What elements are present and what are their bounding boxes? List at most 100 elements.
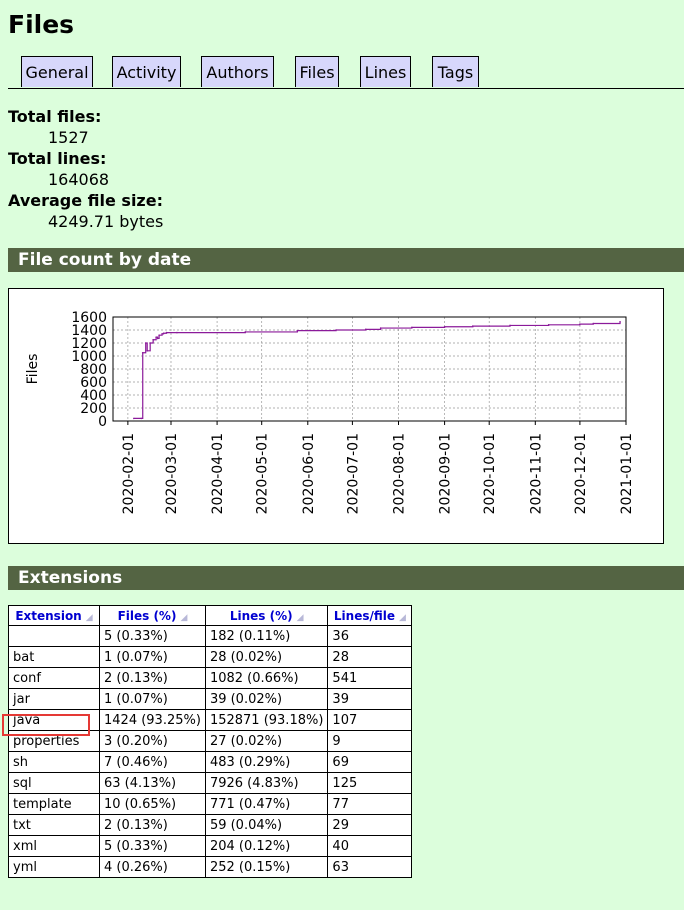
cell-lines-per-file: 125 [327, 772, 413, 794]
column-header-lines-per-file[interactable]: Lines/file ◢ [327, 605, 413, 626]
cell-files: 2 (0.13%) [99, 667, 206, 689]
file-count-chart-svg: 020040060080010001200140016002020-02-01 2… [25, 310, 635, 514]
cell-lines: 28 (0.02%) [204, 646, 329, 668]
tab-general[interactable]: General [21, 56, 93, 87]
data-point [165, 331, 168, 334]
total-files-label: Total files: [8, 107, 102, 126]
cell-lines: 252 (0.15%) [204, 856, 329, 878]
cell-files: 5 (0.33%) [99, 625, 206, 647]
data-point [547, 324, 550, 326]
y-tick-label: 1600 [71, 310, 107, 326]
extensions-table: Extension ◢ Files (%) ◢ Lines (%) ◢ Lines/f… [8, 605, 413, 878]
avg-file-size-value: 4249.71 bytes [48, 212, 164, 231]
data-point [619, 320, 621, 323]
sort-icon: ◢ [399, 612, 406, 623]
table-row: sql 63 (4.13%) 7926 (4.83%) 125 [8, 772, 413, 794]
cell-files: 3 (0.20%) [99, 730, 206, 752]
column-header-extension[interactable]: Extension ◢ [8, 605, 100, 626]
data-point [296, 329, 299, 332]
cell-lines-per-file: 40 [327, 835, 413, 857]
cell-lines-per-file: 39 [327, 688, 413, 710]
data-point [156, 337, 159, 340]
data-point [144, 342, 147, 344]
sort-icon: ◢ [180, 612, 188, 623]
data-point [152, 338, 154, 341]
cell-files: 2 (0.13%) [99, 814, 206, 836]
x-tick-label: 2020-10-01 [482, 433, 498, 514]
total-lines-value: 164068 [48, 170, 110, 189]
data-point [443, 325, 446, 328]
cell-extension: xml [8, 835, 100, 857]
column-header-files[interactable]: Files (%) ◢ [99, 605, 206, 626]
tab-activity[interactable]: Activity [112, 56, 181, 87]
tab-underline [8, 88, 684, 89]
table-row: conf 2 (0.13%) 1082 (0.66%) 541 [8, 667, 413, 689]
data-point [162, 332, 165, 335]
data-point [364, 328, 367, 331]
series-line [133, 321, 621, 419]
cell-files: 10 (0.65%) [99, 793, 206, 815]
cell-extension: sh [8, 751, 100, 773]
cell-files: 63 (4.13%) [99, 772, 206, 794]
x-tick-label: 2020-06-01 [301, 433, 317, 514]
cell-lines-per-file: 36 [327, 625, 413, 647]
data-point [379, 327, 382, 329]
page-title: Files [8, 10, 75, 39]
cell-lines: 7926 (4.83%) [204, 772, 329, 794]
data-point [146, 350, 148, 352]
data-point [244, 331, 247, 333]
data-point [472, 325, 474, 327]
table-row: template 10 (0.65%) 771 (0.47%) 77 [8, 793, 413, 815]
cell-lines-per-file: 69 [327, 751, 413, 773]
cell-lines-per-file: 9 [327, 730, 413, 752]
cell-files: 1 (0.07%) [99, 688, 206, 710]
column-header-lines[interactable]: Lines (%) ◢ [204, 605, 329, 626]
tab-files[interactable]: Files [295, 56, 339, 87]
cell-lines: 59 (0.04%) [204, 814, 329, 836]
tab-authors[interactable]: Authors [201, 56, 274, 87]
tab-lines[interactable]: Lines [360, 56, 411, 87]
x-tick-label: 2020-08-01 [391, 433, 407, 514]
x-tick-label: 2020-07-01 [345, 433, 361, 514]
avg-file-size-label: Average file size: [8, 191, 163, 210]
total-lines-label: Total lines: [8, 149, 107, 168]
cell-extension: jar [8, 688, 100, 710]
cell-lines-per-file: 63 [327, 856, 413, 878]
cell-lines-per-file: 541 [327, 667, 413, 689]
y-axis-label: Files [25, 354, 41, 385]
table-row: xml 5 (0.33%) 204 (0.12%) 40 [8, 835, 413, 857]
cell-extension: template [8, 793, 100, 815]
sort-icon: ◢ [296, 612, 304, 623]
cell-lines-per-file: 77 [327, 793, 413, 815]
cell-files: 4 (0.26%) [99, 856, 206, 878]
table-row: properties 3 (0.20%) 27 (0.02%) 9 [8, 730, 413, 752]
table-row: jar 1 (0.07%) 39 (0.02%) 39 [8, 688, 413, 710]
x-tick-label: 2020-12-01 [573, 433, 589, 514]
file-count-chart: 0 200 400 600 800 1000 1200 1400 1600 2020-02-01 2… [8, 288, 664, 544]
extensions-section-header: Extensions [8, 566, 684, 590]
cell-extension [8, 625, 100, 647]
data-point [335, 329, 337, 331]
cell-lines: 39 (0.02%) [204, 688, 329, 710]
cell-lines: 152871 (93.18%) [204, 709, 329, 731]
table-row: 5 (0.33%) 182 (0.11%) 36 [8, 625, 413, 647]
x-tick-label: 2020-11-01 [528, 433, 544, 514]
x-tick-label: 2020-04-01 [210, 433, 226, 514]
data-point [411, 326, 413, 329]
cell-extension: java [8, 709, 100, 731]
data-point [161, 333, 163, 335]
cell-extension: properties [8, 730, 100, 752]
data-point [140, 417, 143, 420]
tab-bar: General Activity Authors Files Lines Tag… [0, 56, 684, 89]
x-tick-label: 2020-09-01 [438, 433, 454, 514]
table-row: bat 1 (0.07%) 28 (0.02%) 28 [8, 646, 413, 668]
x-tick-label: 2020-03-01 [164, 433, 180, 514]
cell-lines-per-file: 29 [327, 814, 413, 836]
cell-lines: 483 (0.29%) [204, 751, 329, 773]
cell-files: 1 (0.07%) [99, 646, 206, 668]
x-tick-label: 2020-05-01 [255, 433, 271, 514]
tab-tags[interactable]: Tags [432, 56, 479, 87]
data-point [141, 351, 144, 354]
table-row: yml 4 (0.26%) 252 (0.15%) 63 [8, 856, 413, 878]
cell-files: 1424 (93.25%) [99, 709, 206, 731]
